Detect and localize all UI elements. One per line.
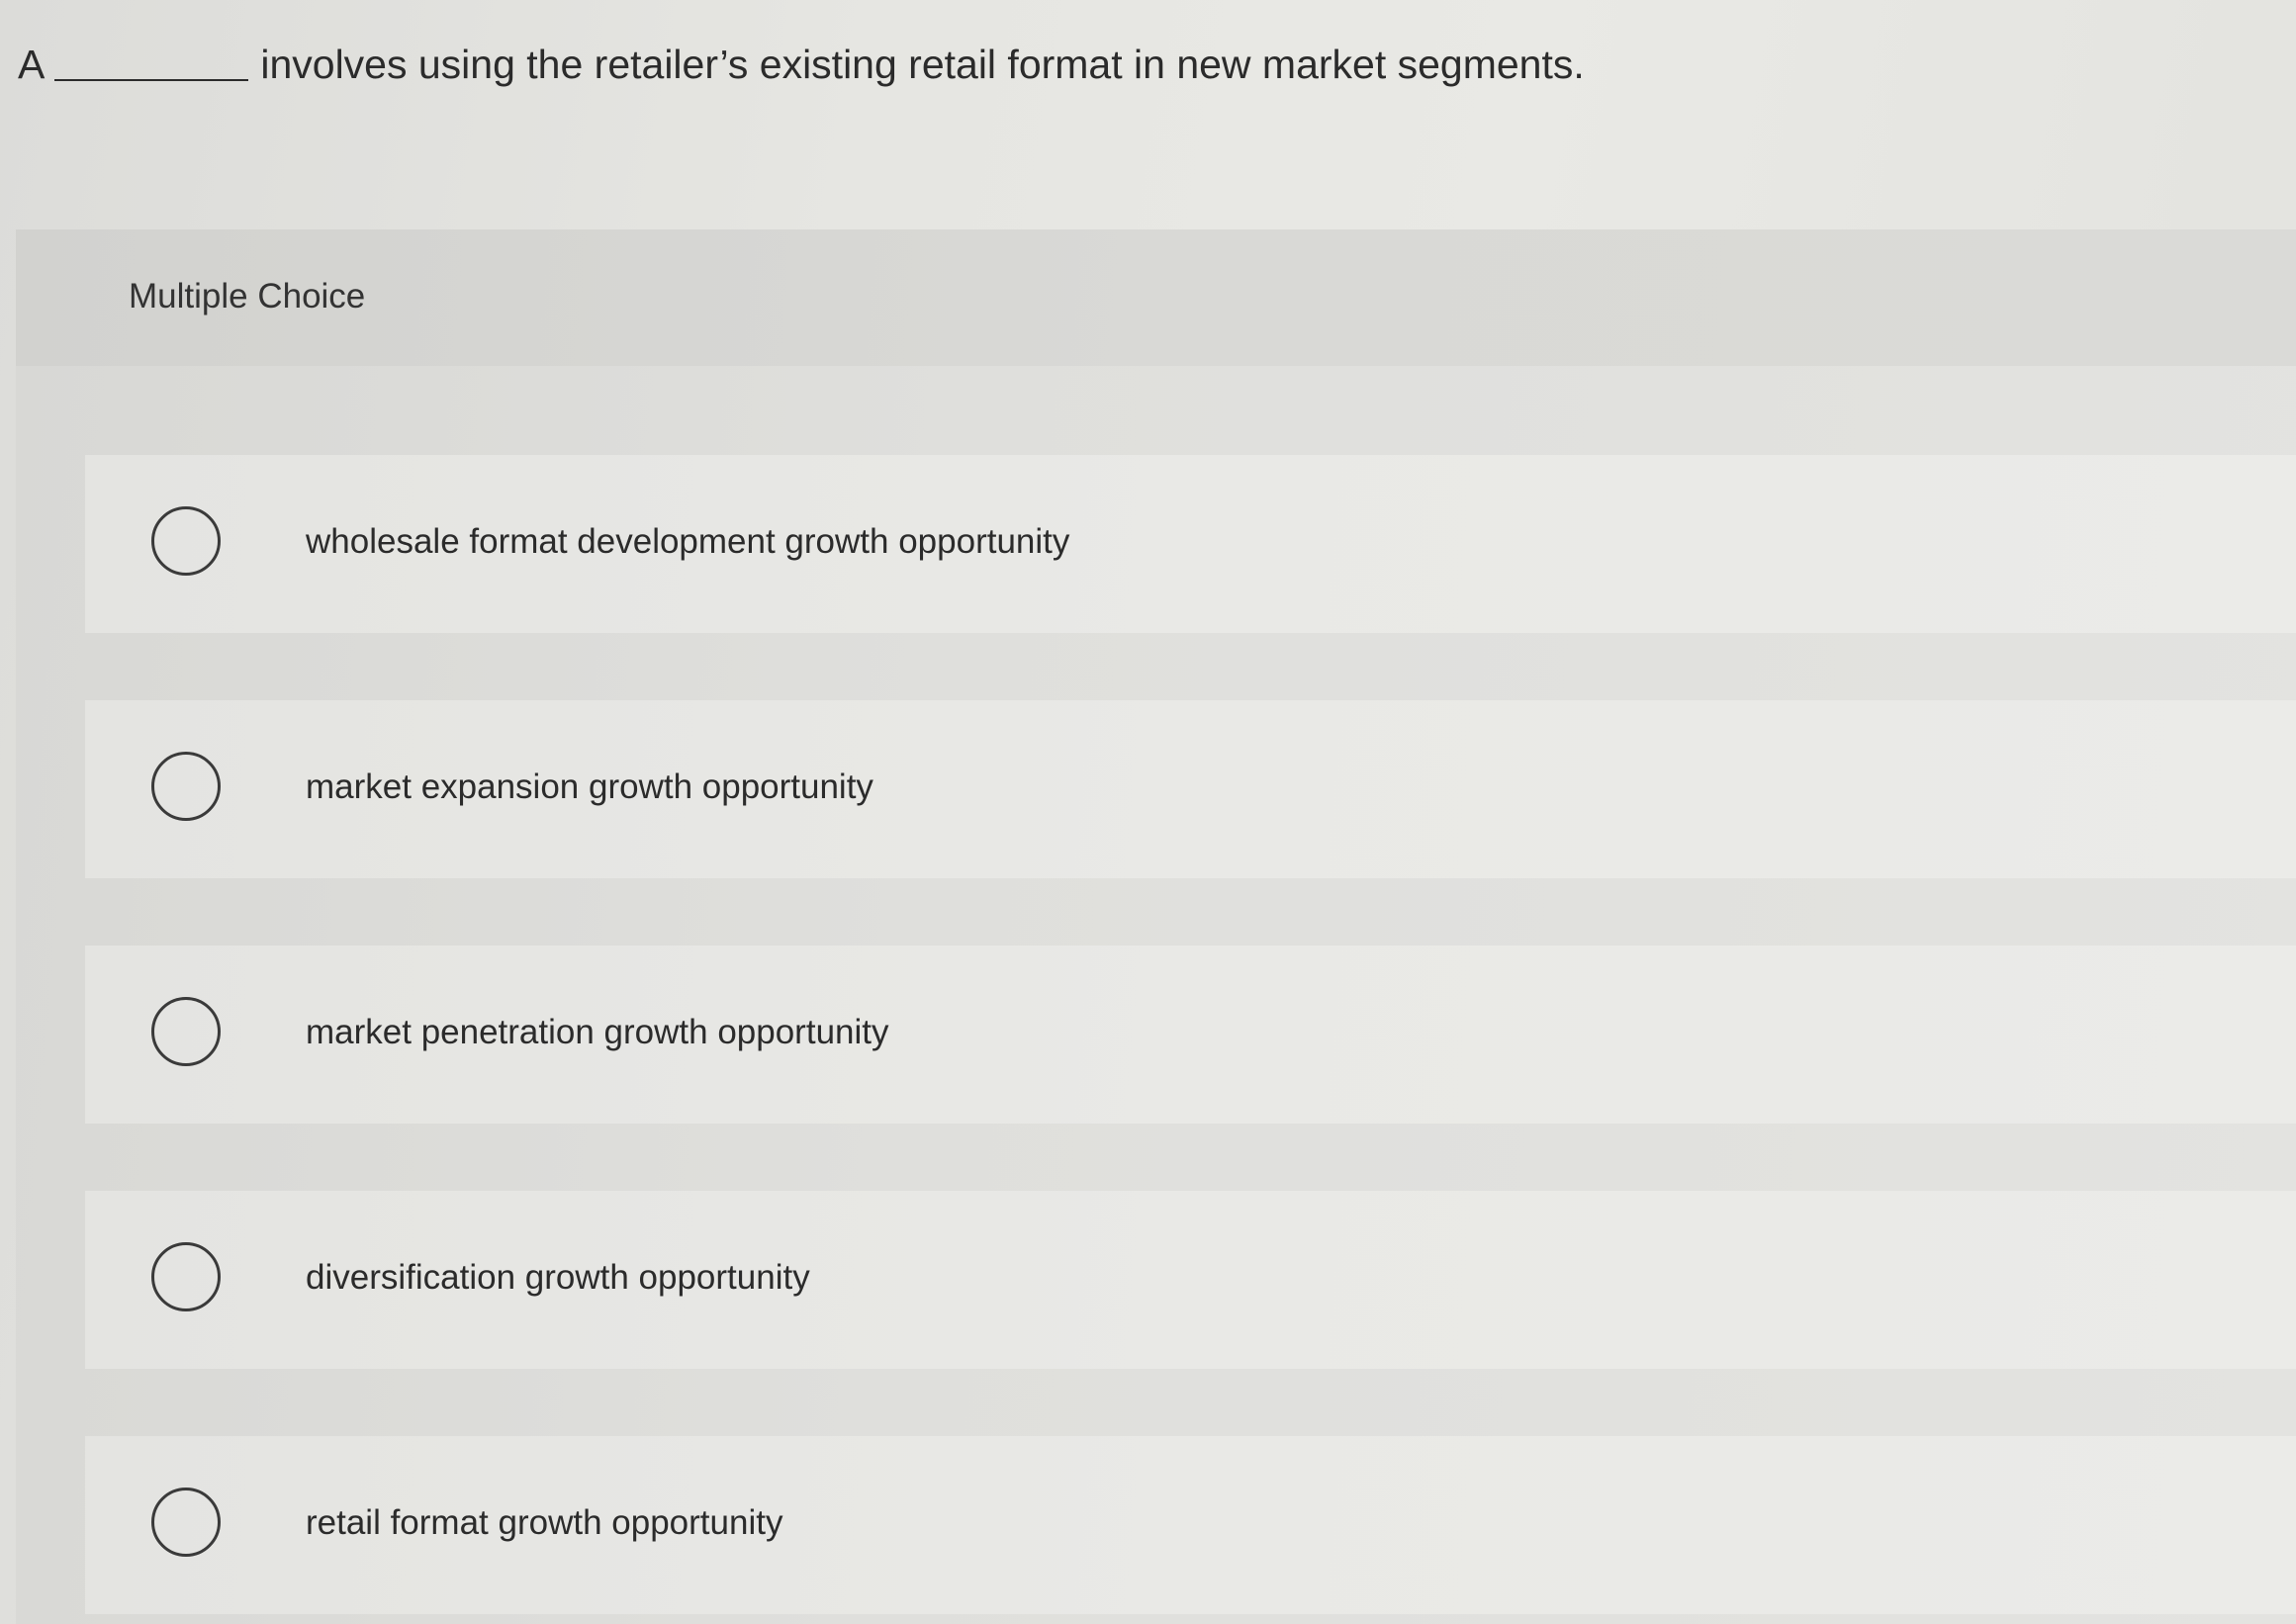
- choice-label: market expansion growth opportunity: [306, 767, 873, 806]
- answer-blank: [54, 40, 249, 81]
- question-text: involves using the retailer’s existing r…: [260, 41, 1585, 87]
- choice-option[interactable]: wholesale format development growth oppo…: [85, 455, 2296, 633]
- question-stem: A involves using the retailer’s existing…: [18, 30, 2244, 99]
- radio-button[interactable]: [151, 506, 221, 576]
- choice-label: wholesale format development growth oppo…: [306, 522, 1070, 561]
- choice-option[interactable]: market penetration growth opportunity: [85, 946, 2296, 1124]
- choice-label: retail format growth opportunity: [306, 1503, 783, 1542]
- choice-option[interactable]: retail format growth opportunity: [85, 1436, 2296, 1614]
- choice-option[interactable]: market expansion growth opportunity: [85, 700, 2296, 878]
- choice-option[interactable]: diversification growth opportunity: [85, 1191, 2296, 1369]
- radio-button[interactable]: [151, 997, 221, 1066]
- question-prefix: A: [18, 41, 46, 87]
- answer-panel: Multiple Choice wholesale format develop…: [16, 229, 2296, 1624]
- choice-label: diversification growth opportunity: [306, 1258, 810, 1297]
- panel-header: Multiple Choice: [16, 229, 2296, 366]
- panel-title: Multiple Choice: [129, 277, 366, 316]
- radio-button[interactable]: [151, 1242, 221, 1311]
- choice-label: market penetration growth opportunity: [306, 1013, 889, 1051]
- radio-button[interactable]: [151, 752, 221, 821]
- radio-button[interactable]: [151, 1488, 221, 1557]
